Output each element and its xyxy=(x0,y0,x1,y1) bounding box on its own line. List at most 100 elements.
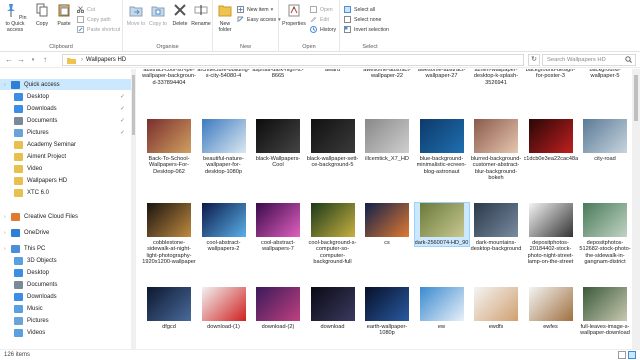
forward-button[interactable]: → xyxy=(16,55,26,65)
new-item-button[interactable]: New item ▾ xyxy=(237,5,273,14)
file-tile[interactable]: cool-background-s-computer-so-computer-b… xyxy=(306,203,360,266)
file-tile[interactable]: download-(2) xyxy=(251,287,305,330)
nav-item[interactable]: Downloads xyxy=(0,291,131,302)
file-tile[interactable]: c1dcb0e3ea22cac48a5bb8f1c6ab2 xyxy=(524,119,578,162)
search-input[interactable]: Search Wallpapers HD xyxy=(542,54,636,66)
file-name: ewfes xyxy=(543,324,558,330)
select-all-button[interactable]: Select all xyxy=(344,5,375,14)
nav-item[interactable]: Documents xyxy=(0,279,131,290)
file-tile[interactable]: download-(1) xyxy=(197,287,251,330)
nav-item[interactable]: Desktop xyxy=(0,267,131,278)
file-tile[interactable]: dfgcd xyxy=(142,287,196,330)
file-tile[interactable]: earth-wallpaper-1080p xyxy=(360,287,414,337)
nav-item[interactable]: Downloads ✓ xyxy=(0,103,131,114)
nav-item[interactable]: Pictures xyxy=(0,315,131,326)
edit-button[interactable]: Edit xyxy=(310,15,329,24)
file-tile[interactable]: cool-abstract-wallpapers-7 xyxy=(251,203,305,253)
file-tile[interactable]: cobblestone-sidewalk-at-night-light-phot… xyxy=(142,203,196,266)
file-tile[interactable]: ewdfs xyxy=(469,287,523,330)
nav-item[interactable]: Pictures ✓ xyxy=(0,127,131,138)
file-tile[interactable]: aznen-wallpaper-desktop-k-splash-3526941 xyxy=(469,69,523,86)
paste-button[interactable]: Paste xyxy=(53,3,75,27)
expand-chevron-icon[interactable]: › xyxy=(4,246,10,252)
large-icons-view-button[interactable] xyxy=(628,351,636,359)
file-tile[interactable]: cs xyxy=(360,203,414,246)
nav-item[interactable]: Video xyxy=(0,163,131,174)
file-tile[interactable]: depositphotos-512682-stock-photo-the-sid… xyxy=(578,203,632,266)
file-tile[interactable]: black-Wallpapers-Cool xyxy=(251,119,305,169)
open-button[interactable]: Open xyxy=(310,5,333,14)
copy-path-button[interactable]: Copy path xyxy=(77,15,111,24)
address-field[interactable]: › Wallpapers HD xyxy=(62,54,524,66)
nav-item[interactable]: › Creative Cloud Files xyxy=(0,211,131,222)
up-button[interactable]: ↑ xyxy=(40,55,50,65)
nav-item[interactable]: XTC 6.0 xyxy=(0,187,131,198)
properties-button[interactable]: Properties xyxy=(281,3,307,27)
file-tile[interactable]: asphalt-dark-high-tc-8665 xyxy=(251,69,305,80)
file-tile[interactable]: cool-abstract-wallpapers-2 xyxy=(197,203,251,253)
nav-item[interactable]: Documents ✓ xyxy=(0,115,131,126)
file-tile[interactable]: beautiful-nature-wallpaper-for-desktop-1… xyxy=(197,119,251,175)
file-tile[interactable]: depositphotos-20184402-stock-photo-night… xyxy=(524,203,578,266)
file-tile[interactable]: city-road xyxy=(578,119,632,162)
file-name: blue-background-minimalistic-ecreen-blog… xyxy=(416,156,467,175)
nav-item[interactable]: Aiment Project xyxy=(0,151,131,162)
back-button[interactable]: ← xyxy=(4,55,14,65)
file-tile[interactable]: awesome-abstract-wallpaper-22 xyxy=(360,69,414,80)
file-tile[interactable]: ewfes xyxy=(524,287,578,330)
easy-access-button[interactable]: Easy access ▾ xyxy=(237,15,281,24)
file-tile[interactable]: dark-2560074-HD_90 xyxy=(413,201,470,248)
file-name: awesome-abstract-wallpaper-22 xyxy=(363,69,411,80)
copy-to-button[interactable]: Copy to xyxy=(147,3,169,27)
copy-button[interactable]: Copy xyxy=(31,3,53,27)
expand-chevron-icon[interactable]: › xyxy=(4,82,10,88)
delete-button[interactable]: Delete xyxy=(169,3,191,27)
file-tile[interactable]: illcemtick_X7_HD xyxy=(360,119,414,162)
content-scrollbar[interactable] xyxy=(632,69,640,349)
nav-item-label: XTC 6.0 xyxy=(27,189,50,196)
nav-item[interactable]: Videos xyxy=(0,327,131,338)
file-tile[interactable]: abstract-cool-str-ipe-wallpaper-backgrou… xyxy=(142,69,196,86)
select-none-button[interactable]: Select none xyxy=(344,15,381,24)
edit-icon xyxy=(310,16,317,23)
nav-item[interactable]: › This PC xyxy=(0,243,131,254)
file-tile[interactable]: awesome-abstract-wallpaper-27 xyxy=(415,69,469,80)
nav-item[interactable]: › Quick access xyxy=(0,79,131,90)
invert-selection-button[interactable]: Invert selection xyxy=(344,25,389,34)
file-tile[interactable]: full-leaves-image-s-wallpaper-download xyxy=(578,287,632,337)
file-tile[interactable]: dark-mountains-desktop-background xyxy=(469,203,523,253)
breadcrumb-folder[interactable]: Wallpapers HD xyxy=(86,57,126,63)
paste-shortcut-button[interactable]: Paste shortcut xyxy=(77,25,120,34)
recent-locations-button[interactable]: ▾ xyxy=(28,55,38,65)
file-tile[interactable]: ew xyxy=(415,287,469,330)
file-tile[interactable]: blurred-background-customer-abstract-blu… xyxy=(469,119,523,182)
move-to-button[interactable]: Move to xyxy=(125,3,147,27)
expand-chevron-icon[interactable]: › xyxy=(4,214,10,220)
file-name: dark-mountains-desktop-background xyxy=(470,240,522,253)
file-tile[interactable]: award xyxy=(306,69,360,73)
file-tile[interactable]: background-design-for-poster-3 xyxy=(524,69,578,80)
details-view-button[interactable] xyxy=(618,351,626,359)
rename-button[interactable]: Rename xyxy=(190,3,212,27)
file-tile[interactable]: blue-background-minimalistic-ecreen-blog… xyxy=(415,119,469,175)
nav-item[interactable]: Music xyxy=(0,303,131,314)
pin-quick-access-button[interactable]: Pin to Quick access xyxy=(2,3,28,33)
cut-button[interactable]: Cut xyxy=(77,5,95,14)
nav-item[interactable]: 3D Objects xyxy=(0,255,131,266)
new-folder-button[interactable]: New folder xyxy=(215,3,235,33)
file-tile[interactable]: download xyxy=(306,287,360,330)
file-tile[interactable]: architecture-building-s-city-54080-4 xyxy=(197,69,251,80)
file-tile[interactable]: background-wallpaper-5 xyxy=(578,69,632,80)
navigation-scroll-thumb[interactable] xyxy=(132,75,135,135)
nav-item[interactable]: › OneDrive xyxy=(0,227,131,238)
expand-chevron-icon[interactable]: › xyxy=(4,230,10,236)
history-button[interactable]: History xyxy=(310,25,336,34)
file-tile[interactable]: black-wallpaper-sett-ce-background-5 xyxy=(306,119,360,169)
open-group: Properties Open Edit History Open xyxy=(279,0,340,52)
refresh-button[interactable]: ↻ xyxy=(528,54,540,66)
content-scroll-thumb[interactable] xyxy=(634,75,638,121)
file-tile[interactable]: Back-To-School-Wallpapers-For-Desktop-06… xyxy=(142,119,196,175)
nav-item[interactable]: Academy Seminar xyxy=(0,139,131,150)
nav-item[interactable]: Desktop ✓ xyxy=(0,91,131,102)
nav-item[interactable]: Wallpapers HD xyxy=(0,175,131,186)
